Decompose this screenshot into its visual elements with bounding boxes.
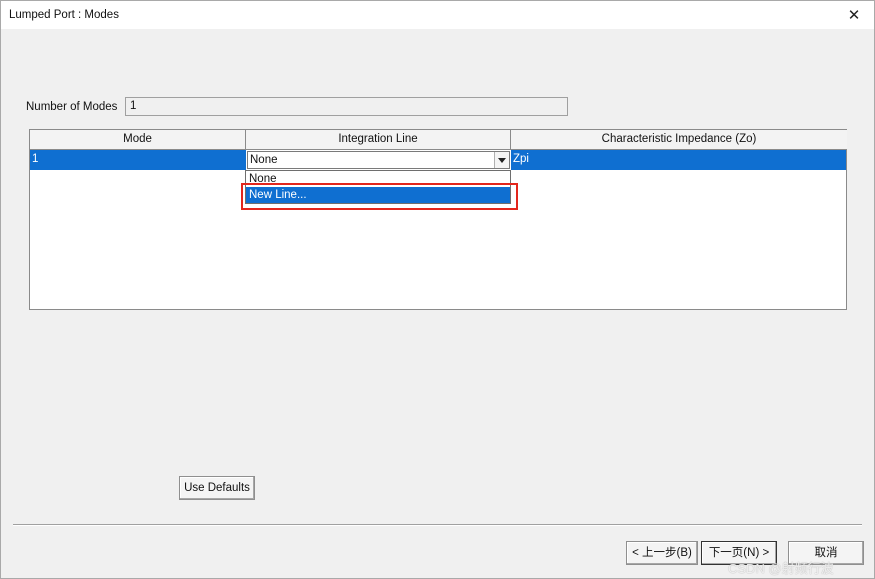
integration-line-cell[interactable]: None: [246, 150, 511, 170]
number-of-modes-field[interactable]: 1: [125, 97, 568, 116]
dropdown-option-new-line[interactable]: New Line...: [246, 187, 510, 203]
use-defaults-button[interactable]: Use Defaults: [179, 476, 255, 500]
dialog-window: Lumped Port : Modes ✕ Number of Modes 1 …: [0, 0, 875, 579]
column-header-impedance[interactable]: Characteristic Impedance (Zo): [511, 130, 847, 150]
column-header-mode[interactable]: Mode: [30, 130, 246, 150]
number-of-modes-label: Number of Modes: [26, 101, 118, 113]
watermark: CSDN @射频行波: [728, 561, 834, 576]
title-bar: Lumped Port : Modes ✕: [1, 1, 874, 29]
table-row[interactable]: 1 None Zpi: [30, 150, 846, 170]
mode-cell[interactable]: 1: [30, 150, 246, 170]
close-icon: ✕: [847, 7, 861, 24]
dialog-content: Number of Modes 1 Mode Integration Line …: [1, 29, 874, 578]
column-header-integration-line[interactable]: Integration Line: [246, 130, 511, 150]
dropdown-option-none[interactable]: None: [246, 171, 510, 187]
close-button[interactable]: ✕: [834, 1, 874, 29]
integration-line-dropdown-list: None New Line...: [245, 170, 511, 204]
back-button[interactable]: < 上一步(B): [626, 541, 698, 565]
integration-line-combobox[interactable]: None: [247, 151, 510, 169]
divider: [13, 524, 862, 526]
chevron-down-icon[interactable]: [494, 152, 509, 168]
modes-table: Mode Integration Line Characteristic Imp…: [29, 129, 847, 310]
combobox-value: None: [250, 154, 278, 166]
impedance-cell[interactable]: Zpi: [511, 150, 846, 170]
dialog-title: Lumped Port : Modes: [9, 9, 119, 21]
